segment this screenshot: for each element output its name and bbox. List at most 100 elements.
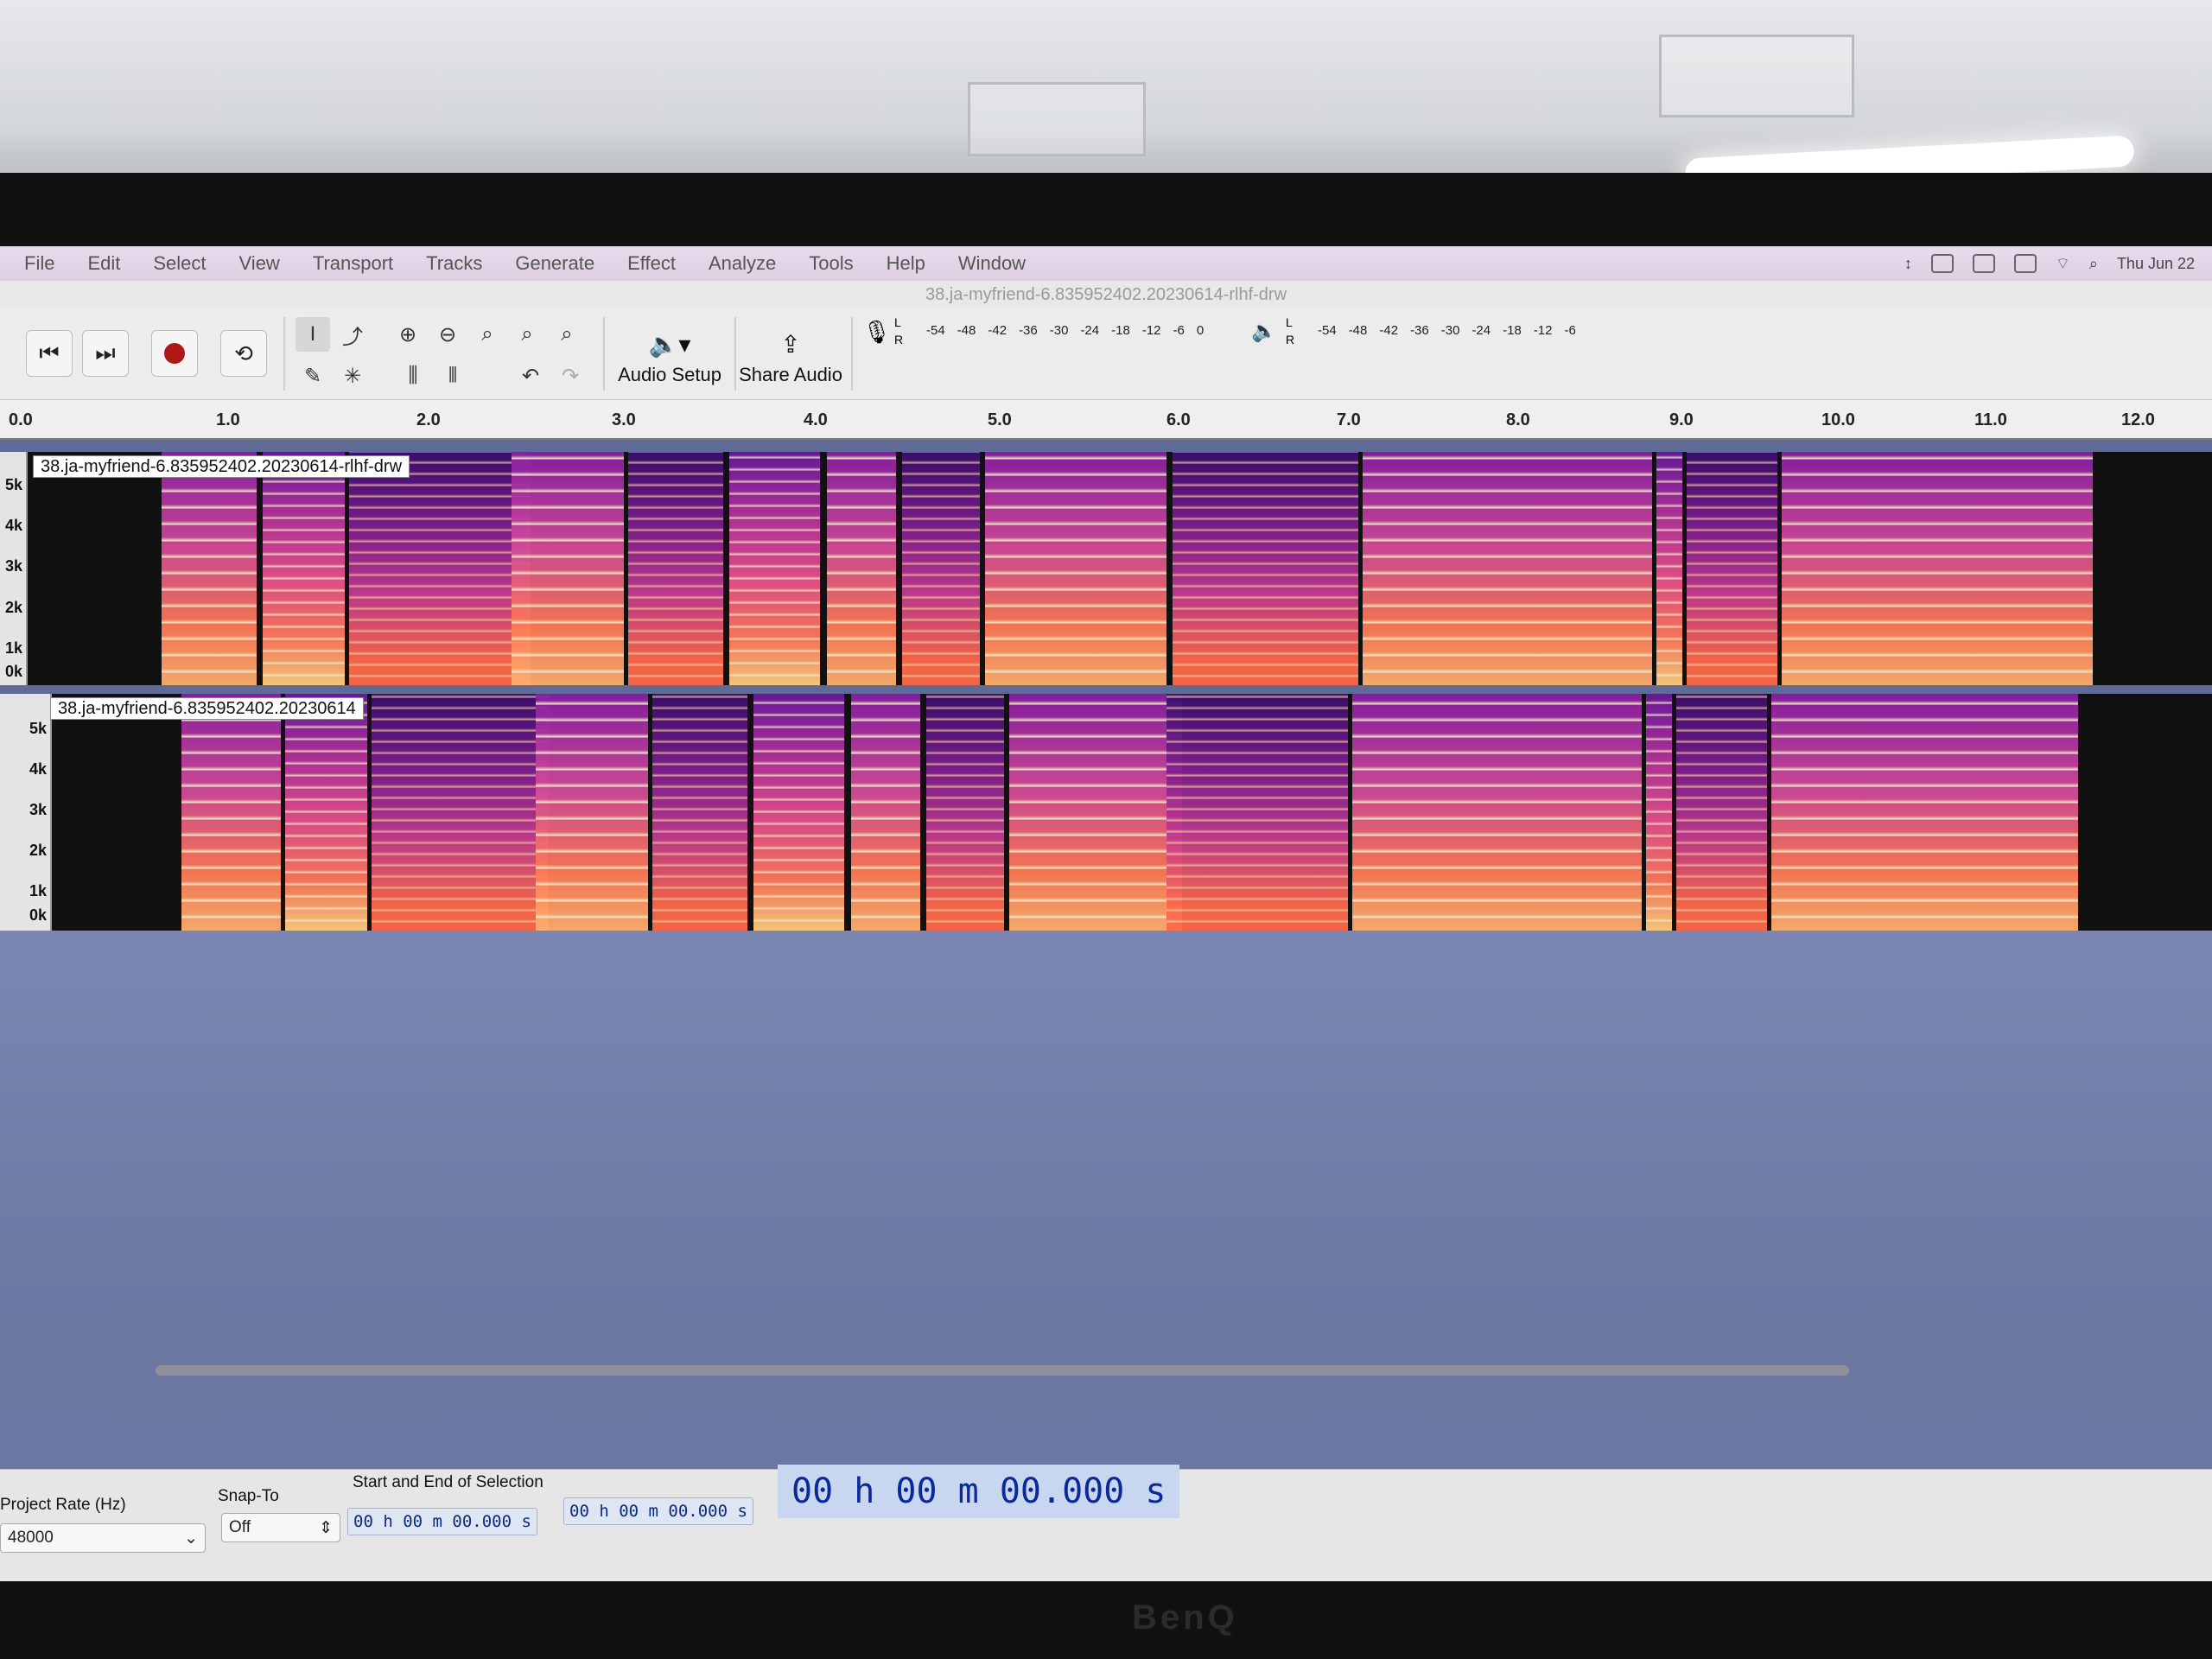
ceiling-panel [1659,35,1854,118]
status-icon[interactable]: ↕ [1904,255,1912,273]
menu-transport[interactable]: Transport [304,252,402,275]
spectrogram-segment [729,452,820,685]
track-name[interactable]: 38.ja-myfriend-6.835952402.20230614 [50,697,364,720]
skip-start-button[interactable]: ⏮ [26,330,73,377]
menu-select[interactable]: Select [144,252,214,275]
freq-label: 0k [29,906,47,924]
meter-r-label: R [1286,333,1295,346]
meter-tick: -6 [1173,322,1185,338]
selection-label[interactable]: Start and End of Selection [353,1473,543,1492]
fit-selection-icon[interactable]: ⌕ [470,317,505,352]
freq-label: 1k [29,882,47,899]
spectrogram[interactable] [28,452,2212,685]
undo-icon[interactable]: ↶ [513,359,548,393]
zoom-toggle-icon[interactable]: ⌕ [550,317,584,352]
track-name[interactable]: 38.ja-myfriend-6.835952402.20230614-rlhf… [33,455,410,478]
project-rate-label: Project Rate (Hz) [0,1496,126,1514]
meter-tick: 0 [1196,322,1205,338]
spectrogram-segment [372,694,549,931]
audio-setup-button[interactable]: 🔈▾ Audio Setup [609,308,730,391]
audio-track[interactable]: 38.ja-myfriend-6.835952402.20230614 5k 4… [0,694,2212,931]
project-rate-select[interactable]: 48000 ⌄ [0,1523,206,1553]
share-audio-button[interactable]: ⇪ Share Audio [739,308,842,391]
playback-speaker-icon[interactable]: 🔈 [1251,319,1277,344]
search-icon[interactable]: ⌕ [2089,255,2098,273]
menu-analyze[interactable]: Analyze [700,252,785,275]
spectrogram-segment [181,694,281,931]
microphone-icon[interactable]: 🎙 [862,319,891,346]
audio-track[interactable]: 38.ja-myfriend-6.835952402.20230614-rlhf… [0,452,2212,685]
spectrogram-segment [1173,452,1358,685]
record-button[interactable] [151,330,198,377]
status-icon[interactable] [1930,254,1954,273]
spectrogram-segment [827,452,896,685]
trim-icon[interactable]: ⫼ [396,359,430,393]
status-icon[interactable] [2013,254,2037,273]
multi-tool-icon[interactable]: ✳ [335,359,370,393]
spectrogram-segment [285,694,367,931]
menu-generate[interactable]: Generate [506,252,603,275]
wifi-icon[interactable]: ⌔ [2056,254,2070,274]
skip-end-button[interactable]: ⏭ [82,330,129,377]
audio-position-time[interactable]: 00 h 00 m 00.000 s [778,1465,1180,1518]
meter-tick: -12 [1533,322,1553,338]
spectrogram-segment [1782,452,2093,685]
spectrogram-segment [536,694,648,931]
menu-file[interactable]: File [16,252,63,275]
snap-to-select[interactable]: Off ⇕ [221,1513,340,1542]
selection-start-time[interactable]: 00 h 00 m 00.000 s [347,1508,537,1535]
menu-window[interactable]: Window [950,252,1034,275]
share-icon: ⇪ [780,331,801,358]
spectrogram[interactable] [52,694,2212,931]
redo-icon[interactable]: ↷ [553,359,588,393]
menu-effect[interactable]: Effect [619,252,684,275]
ruler-tick: 10.0 [1821,410,1855,429]
spectrogram-segment [1646,694,1672,931]
chevron-down-icon: ⌄ [184,1529,198,1548]
loop-button[interactable]: ⟲ [220,330,267,377]
zoom-out-icon[interactable]: ⊖ [430,317,465,352]
freq-label: 4k [29,760,47,778]
spectrogram-segment [162,452,257,685]
menu-bar: File Edit Select View Transport Tracks G… [0,246,2212,281]
horizontal-scrollbar[interactable] [156,1365,1849,1376]
draw-tool-icon[interactable]: ✎ [296,359,330,393]
menu-tools[interactable]: Tools [800,252,861,275]
spectrogram-segment [1771,694,2078,931]
freq-label: 3k [29,801,47,818]
share-audio-label: Share Audio [739,364,842,385]
envelope-tool-icon[interactable]: ⤴ [335,317,370,352]
meter-tick: -24 [1080,322,1100,338]
spectrogram-segment [851,694,920,931]
silence-icon[interactable]: ⫴ [435,359,470,393]
record-meter[interactable]: -54 -48 -42 -36 -30 -24 -18 -12 -6 0 [926,317,1216,343]
ruler-tick: 6.0 [1166,410,1191,429]
spectrogram-segment [1676,694,1767,931]
menu-help[interactable]: Help [878,252,934,275]
selection-end-time[interactable]: 00 h 00 m 00.000 s [563,1497,753,1525]
meter-l-label: L [1286,315,1293,329]
spectrogram-segment [1363,452,1652,685]
spectrogram-segment [1166,694,1348,931]
freq-label: 5k [4,476,22,493]
ruler-tick: 5.0 [988,410,1012,429]
spectrogram-segment [1656,452,1682,685]
meter-tick: -48 [1348,322,1368,338]
menu-tracks[interactable]: Tracks [417,252,491,275]
freq-label: 5k [29,720,47,737]
spectrogram-segment [1352,694,1642,931]
menu-edit[interactable]: Edit [79,252,129,275]
menu-view[interactable]: View [231,252,289,275]
spectrogram-segment [1687,452,1777,685]
playback-meter[interactable]: -54 -48 -42 -36 -30 -24 -18 -12 -6 [1318,317,1588,343]
speaker-icon: 🔈▾ [648,331,691,358]
selection-tool-icon[interactable]: I [296,317,330,352]
meter-tick: -54 [1318,322,1337,338]
spectrogram-segment [902,452,980,685]
record-icon [164,343,185,364]
timeline-ruler[interactable]: 0.0 1.0 2.0 3.0 4.0 5.0 6.0 7.0 8.0 9.0 … [0,400,2212,440]
zoom-in-icon[interactable]: ⊕ [391,317,425,352]
fit-project-icon[interactable]: ⌕ [510,317,544,352]
meter-tick: -48 [957,322,976,338]
status-icon[interactable] [1972,254,1995,273]
